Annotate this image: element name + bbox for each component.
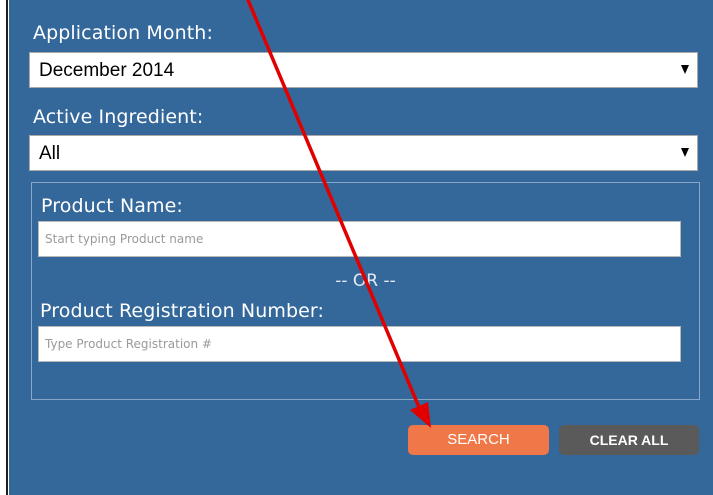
panel-border-line xyxy=(6,0,8,495)
or-separator: -- OR -- xyxy=(335,271,396,291)
dropdown-arrow-icon xyxy=(681,65,689,74)
search-button[interactable]: SEARCH xyxy=(408,425,549,455)
registration-number-label: Product Registration Number: xyxy=(40,300,324,322)
registration-number-input[interactable] xyxy=(38,326,681,362)
active-ingredient-label: Active Ingredient: xyxy=(33,106,204,128)
clear-all-button[interactable]: CLEAR ALL xyxy=(559,425,699,455)
application-month-label: Application Month: xyxy=(33,22,213,44)
active-ingredient-select[interactable]: All xyxy=(29,135,698,171)
product-name-label: Product Name: xyxy=(41,195,183,217)
active-ingredient-value: All xyxy=(39,143,61,164)
product-name-input[interactable] xyxy=(38,221,681,257)
application-month-value: December 2014 xyxy=(39,60,175,81)
dropdown-arrow-icon xyxy=(681,148,689,157)
application-month-select[interactable]: December 2014 xyxy=(29,52,698,88)
